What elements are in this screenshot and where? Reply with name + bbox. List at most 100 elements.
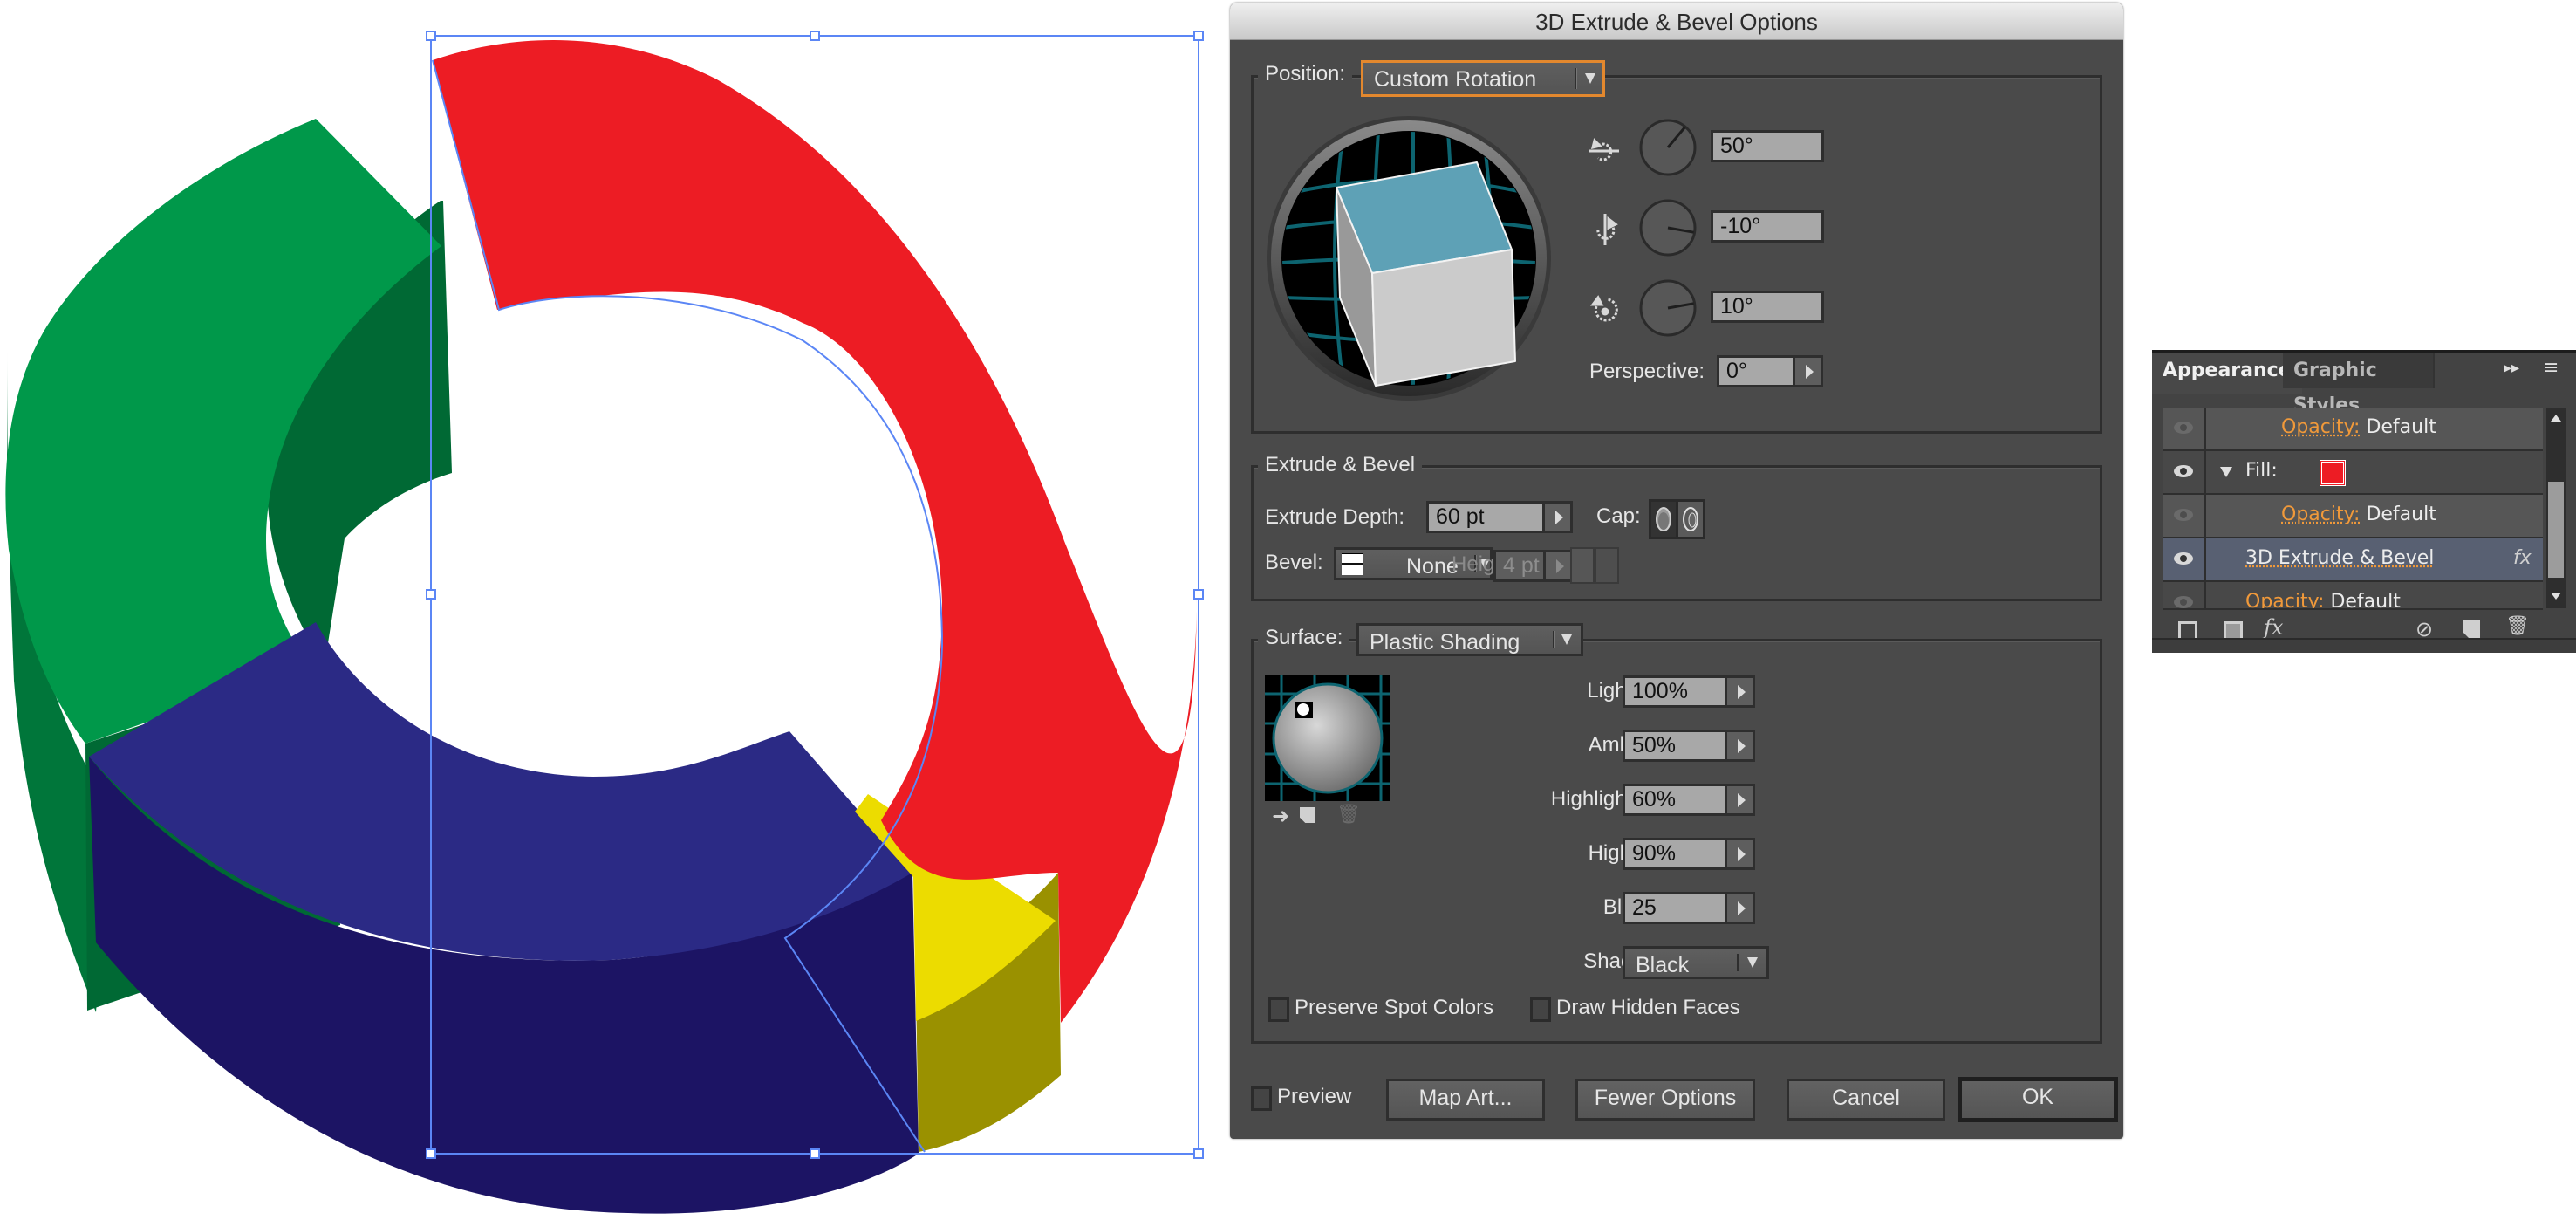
fill-label: Fill: xyxy=(2245,460,2278,482)
rotate-x-field[interactable]: 50° xyxy=(1711,130,1824,162)
scroll-up-icon[interactable] xyxy=(2551,415,2561,422)
blend-steps-field[interactable]: 25 xyxy=(1623,892,1727,924)
delete-light-icon[interactable]: 🗑 xyxy=(1336,804,1361,826)
shading-color-select[interactable]: Black xyxy=(1623,946,1769,979)
surface-label: Surface: xyxy=(1258,626,1350,650)
blue-segment[interactable] xyxy=(89,622,919,1214)
cap-on-icon xyxy=(1656,507,1671,531)
rotate-x-axis-icon xyxy=(1588,132,1623,167)
rotate-z-field[interactable]: 10° xyxy=(1711,291,1824,323)
eye-icon xyxy=(2174,596,2193,608)
resize-handle-tr[interactable] xyxy=(1193,31,1204,41)
blend-steps-slider-button[interactable] xyxy=(1727,892,1755,924)
dialog-title: 3D Extrude & Bevel Options xyxy=(1535,9,1818,35)
duplicate-item-icon[interactable] xyxy=(2463,620,2480,638)
rotate-z-dial[interactable] xyxy=(1638,278,1698,338)
appearance-row-opacity[interactable]: Opacity: Default xyxy=(2163,408,2543,451)
visibility-toggle[interactable] xyxy=(2163,451,2206,493)
cap-label: Cap: xyxy=(1596,504,1641,528)
perspective-label: Perspective: xyxy=(1589,360,1705,383)
rotate-x-dial[interactable] xyxy=(1638,118,1698,177)
resize-handle-ml[interactable] xyxy=(426,589,436,600)
scroll-down-icon[interactable] xyxy=(2551,593,2561,600)
highlight-size-field[interactable]: 90% xyxy=(1623,838,1727,870)
appearance-row-opacity[interactable]: Opacity: Default xyxy=(2163,582,2543,610)
draw-hidden-faces-label[interactable]: Draw Hidden Faces xyxy=(1556,996,1740,1020)
extrude-effect-link[interactable]: 3D Extrude & Bevel xyxy=(2245,547,2434,569)
visibility-toggle[interactable] xyxy=(2163,408,2206,449)
perspective-field[interactable]: 0° xyxy=(1717,355,1795,387)
visibility-toggle[interactable] xyxy=(2163,538,2206,580)
ambient-light-slider-button[interactable] xyxy=(1727,730,1755,762)
chevron-down-icon xyxy=(1585,73,1595,84)
rotate-y-dial[interactable] xyxy=(1638,198,1698,257)
panel-scrollbar[interactable] xyxy=(2546,408,2566,608)
cap-off-button[interactable] xyxy=(1676,499,1705,539)
visibility-toggle[interactable] xyxy=(2163,495,2206,537)
bevel-out-button[interactable] xyxy=(1570,547,1595,584)
extrude-depth-field[interactable]: 60 pt xyxy=(1426,501,1545,533)
add-effect-button[interactable]: fx xyxy=(2264,615,2283,640)
draw-hidden-faces-checkbox[interactable] xyxy=(1530,997,1551,1022)
resize-handle-tm[interactable] xyxy=(810,31,820,41)
ok-button[interactable]: OK xyxy=(1958,1077,2118,1122)
extrude-bevel-dialog: 3D Extrude & Bevel Options Position: Cus… xyxy=(1230,3,2123,1139)
panel-menu-icon[interactable]: ≡ xyxy=(2543,357,2559,379)
panel-resize-grip[interactable] xyxy=(2152,638,2576,653)
highlight-intensity-field[interactable]: 60% xyxy=(1623,784,1727,816)
preserve-spot-colors-label[interactable]: Preserve Spot Colors xyxy=(1295,996,1493,1020)
position-select[interactable]: Custom Rotation xyxy=(1361,60,1605,97)
light-source-handle[interactable] xyxy=(1295,702,1313,718)
eye-icon xyxy=(2174,552,2193,565)
eye-icon xyxy=(2174,422,2193,434)
cap-off-icon xyxy=(1683,507,1698,531)
cube-preview[interactable] xyxy=(1336,161,1516,387)
cap-on-button[interactable] xyxy=(1649,499,1678,539)
perspective-slider-button[interactable] xyxy=(1795,355,1823,387)
resize-handle-mr[interactable] xyxy=(1193,589,1204,600)
light-sphere-preview[interactable] xyxy=(1265,675,1390,801)
move-light-to-back-icon[interactable]: ➜ xyxy=(1272,804,1289,828)
light-intensity-slider-button[interactable] xyxy=(1727,675,1755,708)
rotation-trackball[interactable] xyxy=(1265,114,1553,402)
surface-select[interactable]: Plastic Shading xyxy=(1356,623,1583,656)
resize-handle-br[interactable] xyxy=(1193,1148,1204,1159)
tab-graphic-styles[interactable]: Graphic Styles xyxy=(2283,353,2435,416)
map-art-button[interactable]: Map Art... xyxy=(1386,1079,1545,1121)
bevel-label: Bevel: xyxy=(1265,551,1323,574)
light-intensity-field[interactable]: 100% xyxy=(1623,675,1727,708)
preserve-spot-colors-checkbox[interactable] xyxy=(1268,997,1289,1022)
highlight-intensity-slider-button[interactable] xyxy=(1727,784,1755,816)
bevel-height-field[interactable]: 4 pt xyxy=(1493,550,1546,582)
appearance-row-fill[interactable]: Fill: xyxy=(2163,451,2543,495)
extrude-bevel-heading: Extrude & Bevel xyxy=(1258,453,1423,477)
cancel-button[interactable]: Cancel xyxy=(1787,1079,1945,1121)
opacity-value: Default xyxy=(2366,416,2436,438)
dialog-title-bar[interactable]: 3D Extrude & Bevel Options xyxy=(1230,3,2123,40)
extrude-depth-slider-button[interactable] xyxy=(1545,501,1573,533)
collapse-panel-icon[interactable]: ▸▸ xyxy=(2504,359,2519,377)
bevel-in-button[interactable] xyxy=(1595,547,1619,584)
preview-checkbox[interactable] xyxy=(1251,1086,1272,1111)
opacity-link[interactable]: Opacity: xyxy=(2281,504,2360,525)
opacity-link[interactable]: Opacity: xyxy=(2245,591,2324,608)
highlight-size-slider-button[interactable] xyxy=(1727,838,1755,870)
appearance-row-opacity[interactable]: Opacity: Default xyxy=(2163,495,2543,538)
ambient-light-field[interactable]: 50% xyxy=(1623,730,1727,762)
visibility-toggle[interactable] xyxy=(2163,582,2206,608)
opacity-link[interactable]: Opacity: xyxy=(2281,416,2360,438)
resize-handle-bl[interactable] xyxy=(426,1148,436,1159)
tab-appearance[interactable]: Appearance xyxy=(2152,353,2302,394)
resize-handle-tl[interactable] xyxy=(426,31,436,41)
fill-swatch[interactable] xyxy=(2320,460,2346,486)
artwork-canvas[interactable] xyxy=(0,0,1221,1220)
resize-handle-bm[interactable] xyxy=(810,1148,820,1159)
appearance-row-3d-extrude[interactable]: 3D Extrude & Bevel fx xyxy=(2163,538,2543,582)
rotate-y-field[interactable]: -10° xyxy=(1711,210,1824,243)
opacity-value: Default xyxy=(2330,591,2401,610)
disclosure-triangle-icon[interactable] xyxy=(2220,467,2232,477)
preview-label[interactable]: Preview xyxy=(1277,1085,1351,1109)
delete-item-icon[interactable]: 🗑 xyxy=(2505,615,2530,637)
scroll-thumb[interactable] xyxy=(2548,482,2564,578)
fewer-options-button[interactable]: Fewer Options xyxy=(1575,1079,1755,1121)
